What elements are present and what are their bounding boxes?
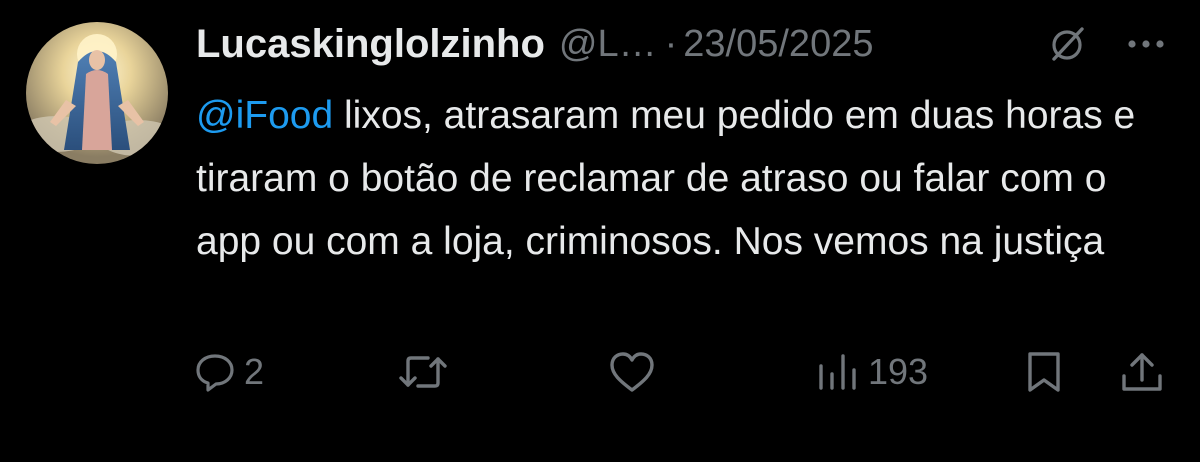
retweet-button[interactable] (398, 348, 448, 396)
retweet-icon (399, 356, 447, 388)
tweet[interactable]: Lucaskinglolzinho @L… · 23/05/2025 @iFoo… (0, 0, 1200, 462)
grok-icon[interactable] (1048, 24, 1088, 64)
display-name[interactable]: Lucaskinglolzinho (196, 22, 545, 67)
tweet-date[interactable]: 23/05/2025 (683, 23, 873, 66)
tweet-text-body: lixos, atrasaram meu pedido em duas hora… (196, 94, 1136, 263)
views-button[interactable]: 193 (816, 348, 928, 396)
avatar[interactable] (26, 22, 168, 164)
bookmark-button[interactable] (1024, 348, 1064, 396)
tweet-header: Lucaskinglolzinho @L… · 23/05/2025 (196, 20, 873, 68)
heart-icon (610, 352, 654, 392)
like-button[interactable] (608, 348, 656, 396)
share-icon (1122, 353, 1162, 391)
reply-button[interactable]: 2 (194, 348, 264, 396)
separator: · (664, 22, 678, 65)
tweet-text: @iFood lixos, atrasaram meu pedido em du… (196, 84, 1176, 273)
reply-count: 2 (244, 351, 265, 392)
reply-icon (196, 354, 234, 392)
share-button[interactable] (1118, 348, 1166, 396)
mention-link[interactable]: @iFood (196, 94, 333, 137)
more-icon[interactable] (1124, 24, 1168, 64)
bookmark-icon (1028, 352, 1060, 392)
views-count: 193 (868, 351, 929, 392)
username-handle[interactable]: @L… (559, 23, 657, 66)
views-chart-icon (819, 354, 856, 390)
